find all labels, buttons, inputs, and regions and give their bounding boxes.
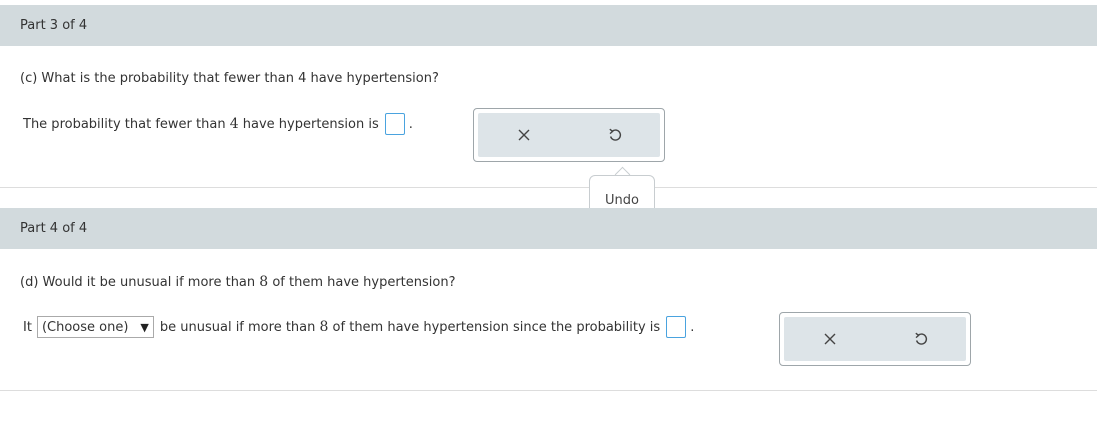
select-value: (Choose one) (41, 319, 129, 335)
part-4-header: Part 4 of 4 (0, 208, 1097, 249)
answer-number: 8 (319, 319, 329, 335)
clear-button[interactable] (512, 123, 536, 147)
question-number: 8 (259, 274, 269, 290)
undo-button[interactable] (603, 123, 627, 147)
probability-input[interactable] (384, 113, 405, 135)
part-3-header: Part 3 of 4 (0, 5, 1097, 46)
answer-tools (473, 108, 665, 162)
answer-mid-2: of them have hypertension since the prob… (328, 319, 661, 335)
answer-mid-1: be unusual if more than (159, 319, 320, 335)
undo-icon (608, 128, 621, 141)
period: . (408, 116, 413, 132)
dropdown-arrow-icon: ▼ (140, 320, 149, 334)
close-icon (518, 129, 529, 141)
part-3-answer-line: The probability that fewer than 4 have h… (23, 113, 413, 135)
period: . (690, 319, 695, 335)
undo-icon (914, 332, 927, 345)
part-4-question: (d) Would it be unusual if more than 8 o… (20, 274, 456, 290)
close-icon (824, 333, 835, 345)
probability-input[interactable] (666, 316, 687, 338)
answer-suffix: have hypertension is (238, 116, 379, 132)
answer-tools-inner (784, 317, 966, 361)
clear-button[interactable] (818, 327, 842, 351)
answer-tools-inner (478, 113, 660, 157)
answer-prefix: The probability that fewer than (23, 116, 230, 132)
undo-button[interactable] (909, 327, 933, 351)
answer-number: 4 (229, 116, 239, 132)
answer-start: It (23, 319, 32, 335)
question-prefix: (d) Would it be unusual if more than (20, 275, 260, 290)
question-suffix: of them have hypertension? (268, 275, 456, 290)
part-4-answer-line: It (Choose one) ▼ be unusual if more tha… (23, 316, 694, 338)
choose-one-select[interactable]: (Choose one) ▼ (36, 316, 154, 338)
part-3-question: (c) What is the probability that fewer t… (20, 71, 439, 86)
answer-tools (779, 312, 971, 366)
